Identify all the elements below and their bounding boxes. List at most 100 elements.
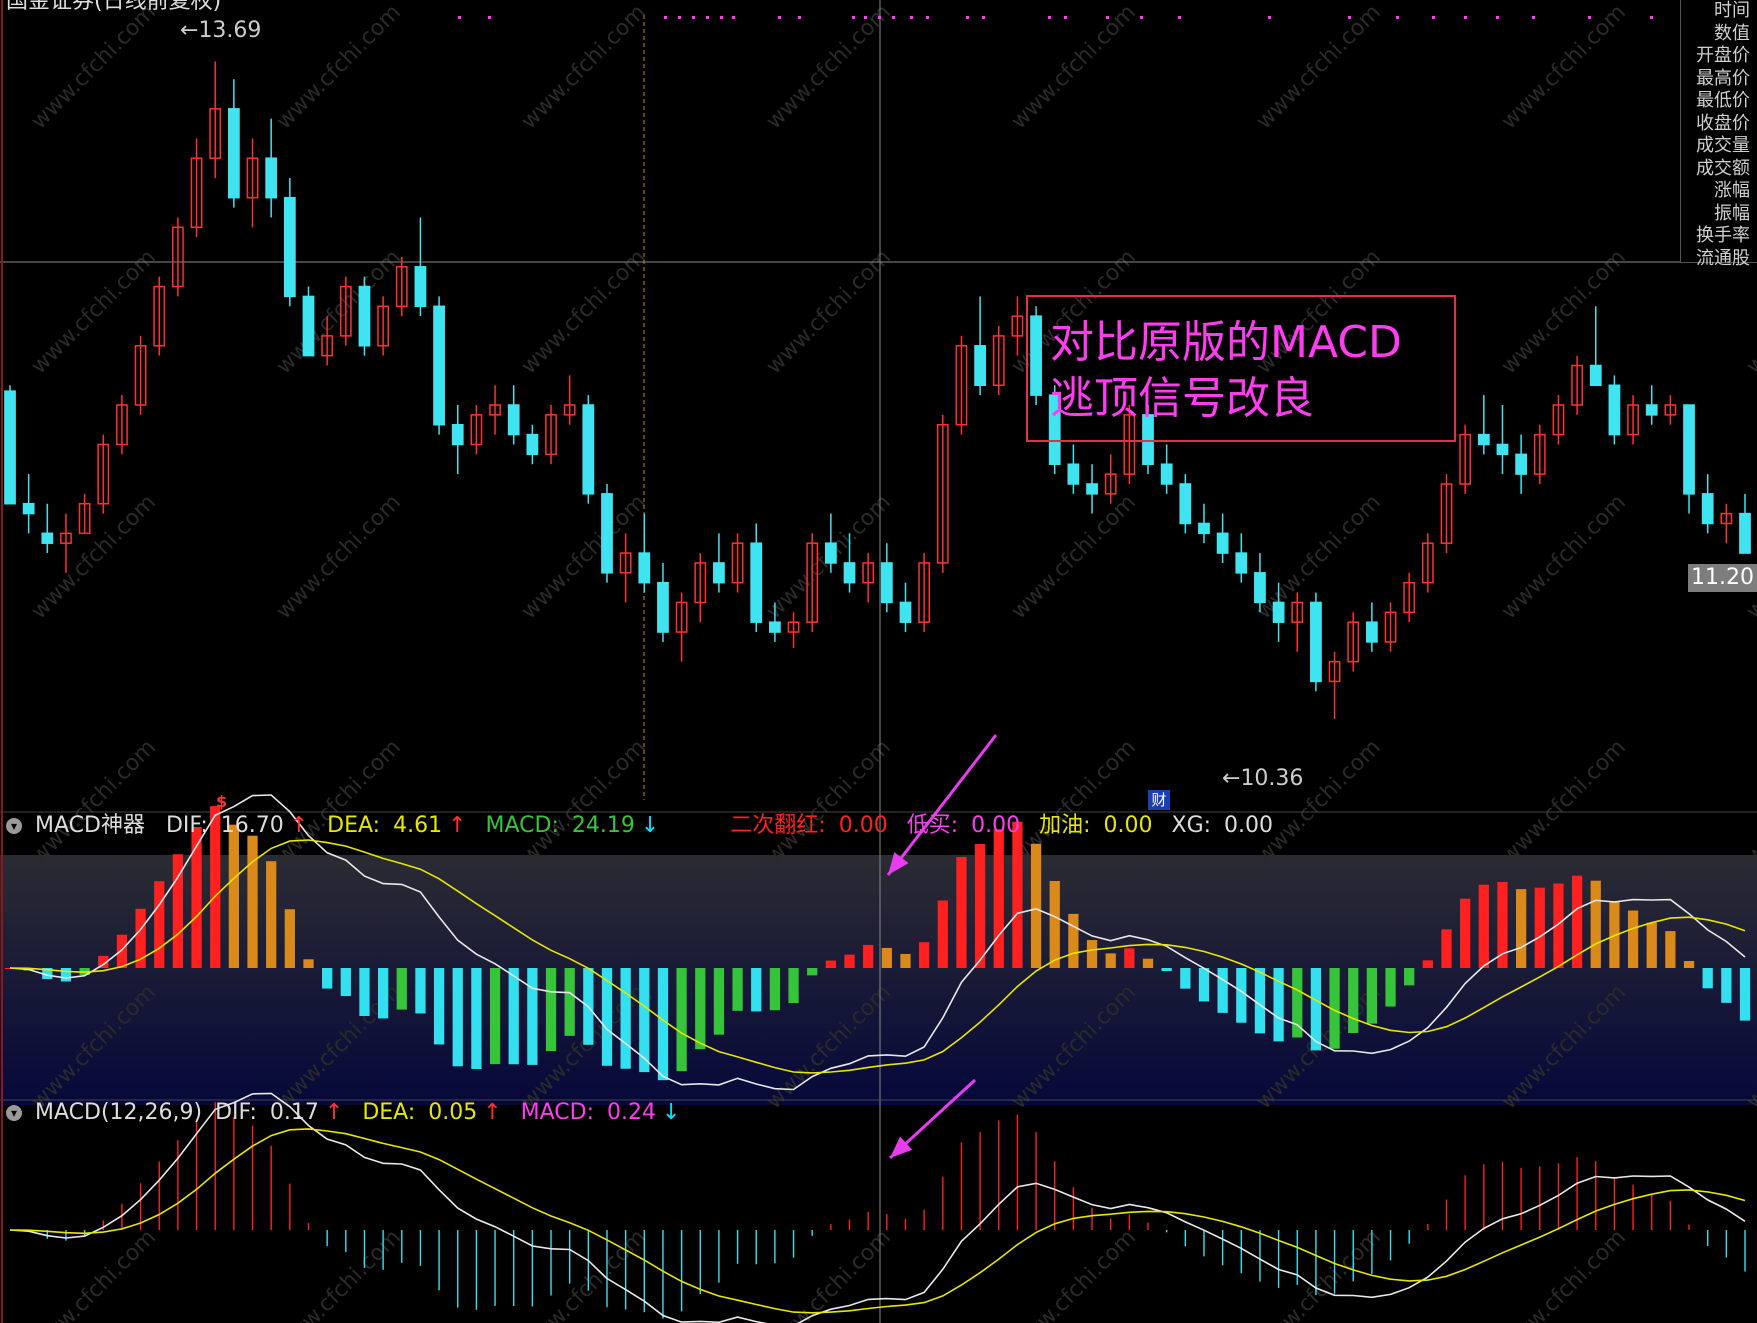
signal-dot [1140, 16, 1143, 19]
candlestick [657, 562, 669, 642]
signal-dot [664, 16, 667, 19]
candlestick [1515, 434, 1528, 494]
indicator2-panel[interactable] [9, 1092, 1746, 1323]
signal-dot [488, 16, 491, 19]
candlestick [787, 612, 800, 648]
macd-histogram-bar [545, 968, 557, 1052]
macd-histogram-bar [433, 968, 445, 1045]
candlestick [1160, 444, 1173, 494]
candlestick [1347, 612, 1360, 672]
ind1-dimai: 低买: 0.00 [906, 813, 1021, 838]
macd-histogram-bar [1497, 881, 1508, 968]
side-item-turnover: 换手率 [1696, 225, 1750, 246]
watermark-text: www.cfchi.com [1252, 735, 1386, 869]
candlestick [283, 177, 296, 307]
macd-histogram-bar [266, 861, 277, 968]
up-arrow-icon: ↑ [324, 1100, 344, 1125]
macd-histogram-bar [1385, 968, 1396, 1007]
signal-dot [1588, 16, 1591, 19]
macd-histogram-bar [377, 968, 389, 1019]
watermark-text: www.cfchi.com [1497, 1225, 1631, 1323]
indicator1-info-bar: ▾ MACD神器 DIF: 16.70 ↑ DEA: 4.61 ↑ MACD: 24… [0, 812, 1285, 840]
macd-histogram-bar [1030, 843, 1042, 968]
candlestick [955, 335, 968, 435]
down-arrow-icon: ↓ [640, 813, 660, 838]
up-arrow-icon: ↑ [448, 813, 467, 838]
event-marker-s[interactable]: $ [216, 792, 227, 811]
macd-histogram-bar [1217, 968, 1228, 1013]
macd-histogram-bar [1012, 821, 1023, 968]
macd-histogram-bar [1086, 940, 1098, 968]
event-marker-cai[interactable]: 财 [1148, 790, 1170, 810]
candlestick [1645, 385, 1658, 425]
collapse-icon[interactable]: ▾ [6, 1105, 22, 1121]
macd-histogram-bar [639, 968, 650, 1073]
candlestick [78, 493, 91, 535]
side-item-amount: 成交额 [1696, 157, 1750, 179]
macd-histogram-bar [489, 968, 501, 1065]
macd-histogram-bar [60, 968, 72, 982]
indicator2-name[interactable]: MACD(12,26,9) [35, 1100, 202, 1125]
watermark-text: www.cfchi.com [1252, 0, 1386, 134]
candlestick [134, 335, 147, 415]
candlestick [1198, 503, 1210, 544]
candlestick [153, 276, 166, 356]
watermark-text: www.cfchi.com [1497, 735, 1631, 869]
macd-histogram-bar [1404, 968, 1415, 986]
watermark-text: www.cfchi.com [1007, 0, 1141, 134]
macd-histogram-bar [322, 968, 333, 989]
watermark-text: www.cfchi.com [762, 735, 896, 869]
macd-histogram-bar [1702, 968, 1713, 989]
candlestick [1328, 651, 1341, 719]
candlestick [1477, 395, 1490, 455]
signal-dot [798, 16, 801, 19]
low-price-value: 10.36 [1240, 766, 1304, 791]
macd-histogram-bar [881, 947, 892, 968]
signal-dot [732, 16, 735, 19]
macd-histogram-bar [396, 968, 407, 1010]
macd-histogram-bar [993, 829, 1004, 968]
macd-histogram-bar [564, 968, 575, 1036]
candle-body [1366, 621, 1378, 643]
candlestick [377, 296, 389, 356]
candlestick [1179, 474, 1192, 534]
macd-histogram-bar [1460, 898, 1471, 968]
candle-body [1216, 532, 1229, 554]
signal-dot [678, 16, 681, 19]
candle-body [1179, 483, 1192, 525]
candle-body [582, 404, 595, 495]
side-item-time: 时间 [1714, 0, 1750, 21]
macd-histogram-bar [751, 968, 762, 1012]
watermark-text: www.cfchi.com [517, 735, 651, 869]
watermark-text: www.cfchi.com [762, 0, 896, 134]
collapse-icon[interactable]: ▾ [6, 818, 22, 834]
candlestick [862, 553, 875, 603]
candlestick [4, 385, 16, 505]
macd-histogram-bar [1646, 922, 1657, 968]
candlestick [1552, 395, 1565, 445]
candlestick [246, 138, 259, 228]
macd-histogram-bar [676, 968, 687, 1072]
watermark-text: www.cfchi.com [272, 0, 406, 134]
macd-histogram-bar [620, 968, 631, 1069]
candle-body [451, 423, 464, 446]
candlestick [1104, 454, 1117, 504]
signal-dot [1650, 16, 1653, 19]
candle-body [713, 562, 725, 584]
macd-histogram-bar [769, 968, 781, 1011]
indicator1-name[interactable]: MACD神器 [35, 813, 145, 838]
stock-chart-window: www.cfchi.com www.cfchi.com www.cfchi.com w… [0, 0, 1757, 1323]
signal-dot [1048, 16, 1051, 19]
watermark-text: www.cfchi.com [1007, 735, 1141, 869]
candle-body [1310, 601, 1322, 683]
ind1-xg: XG: 0.00 [1171, 813, 1274, 838]
price-panel[interactable] [4, 61, 1751, 719]
macd-histogram-bar [937, 900, 948, 968]
candle-body [1272, 601, 1285, 623]
macd-histogram-bar [340, 968, 351, 997]
watermark-text: www.cfchi.com [1497, 490, 1631, 624]
candlestick [601, 483, 613, 583]
macd-histogram-bar [1515, 889, 1527, 968]
candle-body [1086, 483, 1098, 495]
watermark-text: www.cfchi.com [1742, 490, 1757, 624]
